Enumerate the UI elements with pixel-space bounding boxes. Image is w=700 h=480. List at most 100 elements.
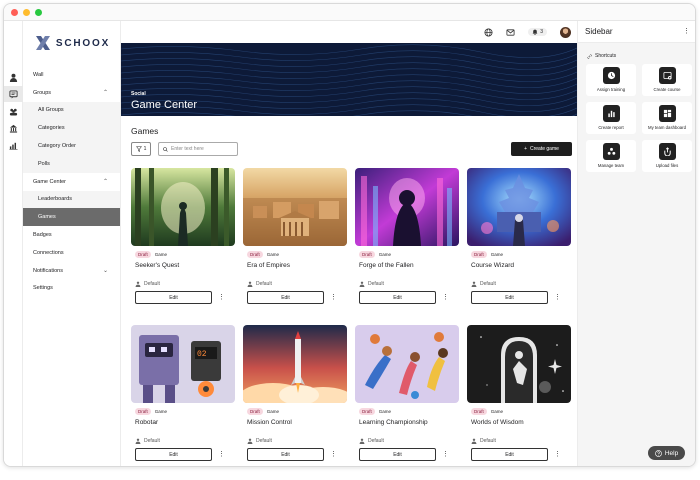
maximize-window-dot[interactable] <box>35 8 42 16</box>
person-icon <box>247 281 253 287</box>
game-card[interactable]: Draft Game Course Wizard Default Edit ⋮ <box>467 168 571 314</box>
game-thumbnail[interactable] <box>355 325 459 403</box>
app-window: SCHOOX Wall Groups ⌃ All Groups Categorie… <box>3 3 696 467</box>
more-options-icon[interactable]: ⋮ <box>442 451 449 458</box>
shortcut-create-course[interactable]: Create course <box>642 64 692 96</box>
edit-button[interactable]: Edit <box>247 291 324 304</box>
sidebar-more-icon[interactable]: ⋮ <box>683 28 690 35</box>
game-thumbnail[interactable]: 02 <box>131 325 235 403</box>
status-badge: Draft <box>247 408 263 415</box>
game-card[interactable]: Draft Game Mission Control Default Edit ⋮ <box>243 325 347 466</box>
nav-notifications[interactable]: Notifications ⌄ <box>23 262 120 280</box>
nav-category-order[interactable]: Category Order <box>23 137 120 155</box>
person-icon <box>135 281 141 287</box>
game-thumbnail[interactable] <box>467 168 571 246</box>
filter-icon <box>135 146 142 152</box>
shortcut-label: Create report <box>598 125 624 130</box>
edit-button[interactable]: Edit <box>135 448 212 461</box>
chat-icon[interactable] <box>4 86 23 102</box>
svg-text:02: 02 <box>197 350 207 359</box>
edit-button[interactable]: Edit <box>471 291 548 304</box>
nav-label: Games <box>38 214 56 221</box>
edit-button[interactable]: Edit <box>359 291 436 304</box>
nav-categories[interactable]: Categories <box>23 119 120 138</box>
edit-button[interactable]: Edit <box>135 291 212 304</box>
edit-button[interactable]: Edit <box>471 448 548 461</box>
more-options-icon[interactable]: ⋮ <box>330 451 337 458</box>
building-icon[interactable] <box>4 120 23 136</box>
more-options-icon[interactable]: ⋮ <box>554 294 561 301</box>
type-label: Game <box>378 409 392 414</box>
shortcut-label: Manage team <box>597 163 625 168</box>
game-thumbnail[interactable] <box>467 325 571 403</box>
game-card[interactable]: Draft Game Forge of the Fallen Default Ed… <box>355 168 459 314</box>
access-info: Default <box>467 438 571 444</box>
status-badge: Draft <box>471 408 487 415</box>
mail-icon[interactable] <box>506 28 515 37</box>
team-icon <box>602 143 620 160</box>
shortcut-create-report[interactable]: Create report <box>586 102 636 134</box>
more-options-icon[interactable]: ⋮ <box>218 294 225 301</box>
link-icon <box>587 53 592 59</box>
nav-settings[interactable]: Settings <box>23 280 120 298</box>
chart-icon[interactable] <box>4 137 23 153</box>
game-card[interactable]: Draft Game Worlds of Wisdom Default Edit ⋮ <box>467 325 571 466</box>
nav-wall[interactable]: Wall <box>23 66 120 84</box>
more-options-icon[interactable]: ⋮ <box>554 451 561 458</box>
close-window-dot[interactable] <box>11 8 18 16</box>
status-badge: Draft <box>359 251 375 258</box>
edit-button[interactable]: Edit <box>247 448 324 461</box>
game-thumbnail[interactable] <box>131 168 235 246</box>
more-options-icon[interactable]: ⋮ <box>442 294 449 301</box>
icon-rail <box>4 21 23 466</box>
game-card[interactable]: Draft Game Learning Championship Default … <box>355 325 459 466</box>
shortcut-team-dashboard[interactable]: My team dashboard <box>642 102 692 134</box>
game-title: Course Wizard <box>471 262 514 269</box>
game-card[interactable]: Draft Game Seeker's Quest Default Edit ⋮ <box>131 168 235 314</box>
globe-icon[interactable] <box>484 27 493 37</box>
game-thumbnail[interactable] <box>355 168 459 246</box>
nav-all-groups[interactable]: All Groups <box>23 101 120 120</box>
avatar[interactable] <box>560 26 571 38</box>
nav-label: Badges <box>33 232 52 239</box>
create-game-button[interactable]: + Create game <box>511 142 572 156</box>
search-input[interactable]: Enter text here <box>158 142 238 156</box>
game-card[interactable]: Draft Game Era of Empires Default Edit ⋮ <box>243 168 347 314</box>
more-options-icon[interactable]: ⋮ <box>330 294 337 301</box>
page-banner: Social Game Center <box>121 43 577 116</box>
game-title: Mission Control <box>247 419 292 426</box>
nav-game-center[interactable]: Game Center ⌃ <box>23 173 120 191</box>
game-thumbnail[interactable] <box>243 325 347 403</box>
nav-games[interactable]: Games <box>23 208 120 227</box>
help-button[interactable]: Help <box>648 446 685 460</box>
nav-label: Categories <box>38 125 65 132</box>
bar-chart-icon <box>602 105 620 122</box>
shortcut-upload-files[interactable]: Upload files <box>642 140 692 172</box>
access-label: Default <box>480 281 496 287</box>
shortcut-assign-training[interactable]: Assign training <box>586 64 636 96</box>
people-icon[interactable] <box>4 103 23 119</box>
right-sidebar: Sidebar ⋮ Shortcuts Assign training Crea… <box>577 21 695 466</box>
schoox-logo[interactable]: SCHOOX <box>23 21 120 65</box>
minimize-window-dot[interactable] <box>23 8 30 16</box>
page-title: Game Center <box>131 99 198 111</box>
games-heading: Games <box>131 126 159 136</box>
filter-button[interactable]: 1 <box>131 142 151 156</box>
create-course-icon <box>658 67 676 84</box>
edit-button[interactable]: Edit <box>359 448 436 461</box>
more-options-icon[interactable]: ⋮ <box>218 451 225 458</box>
nav-leaderboards[interactable]: Leaderboards <box>23 190 120 209</box>
notifications-button[interactable]: 3 <box>528 28 547 36</box>
shortcut-manage-team[interactable]: Manage team <box>586 140 636 172</box>
game-card[interactable]: 02 Draft Game Robotar Default Edit ⋮ <box>131 325 235 466</box>
type-label: Game <box>154 409 168 414</box>
nav-badges[interactable]: Badges <box>23 226 120 244</box>
status-badge: Draft <box>135 251 151 258</box>
user-icon[interactable] <box>4 69 23 85</box>
type-label: Game <box>154 252 168 257</box>
nav-groups[interactable]: Groups ⌃ <box>23 84 120 102</box>
nav-polls[interactable]: Polls <box>23 154 120 173</box>
game-title: Robotar <box>135 419 159 426</box>
game-thumbnail[interactable] <box>243 168 347 246</box>
nav-connections[interactable]: Connections <box>23 244 120 262</box>
